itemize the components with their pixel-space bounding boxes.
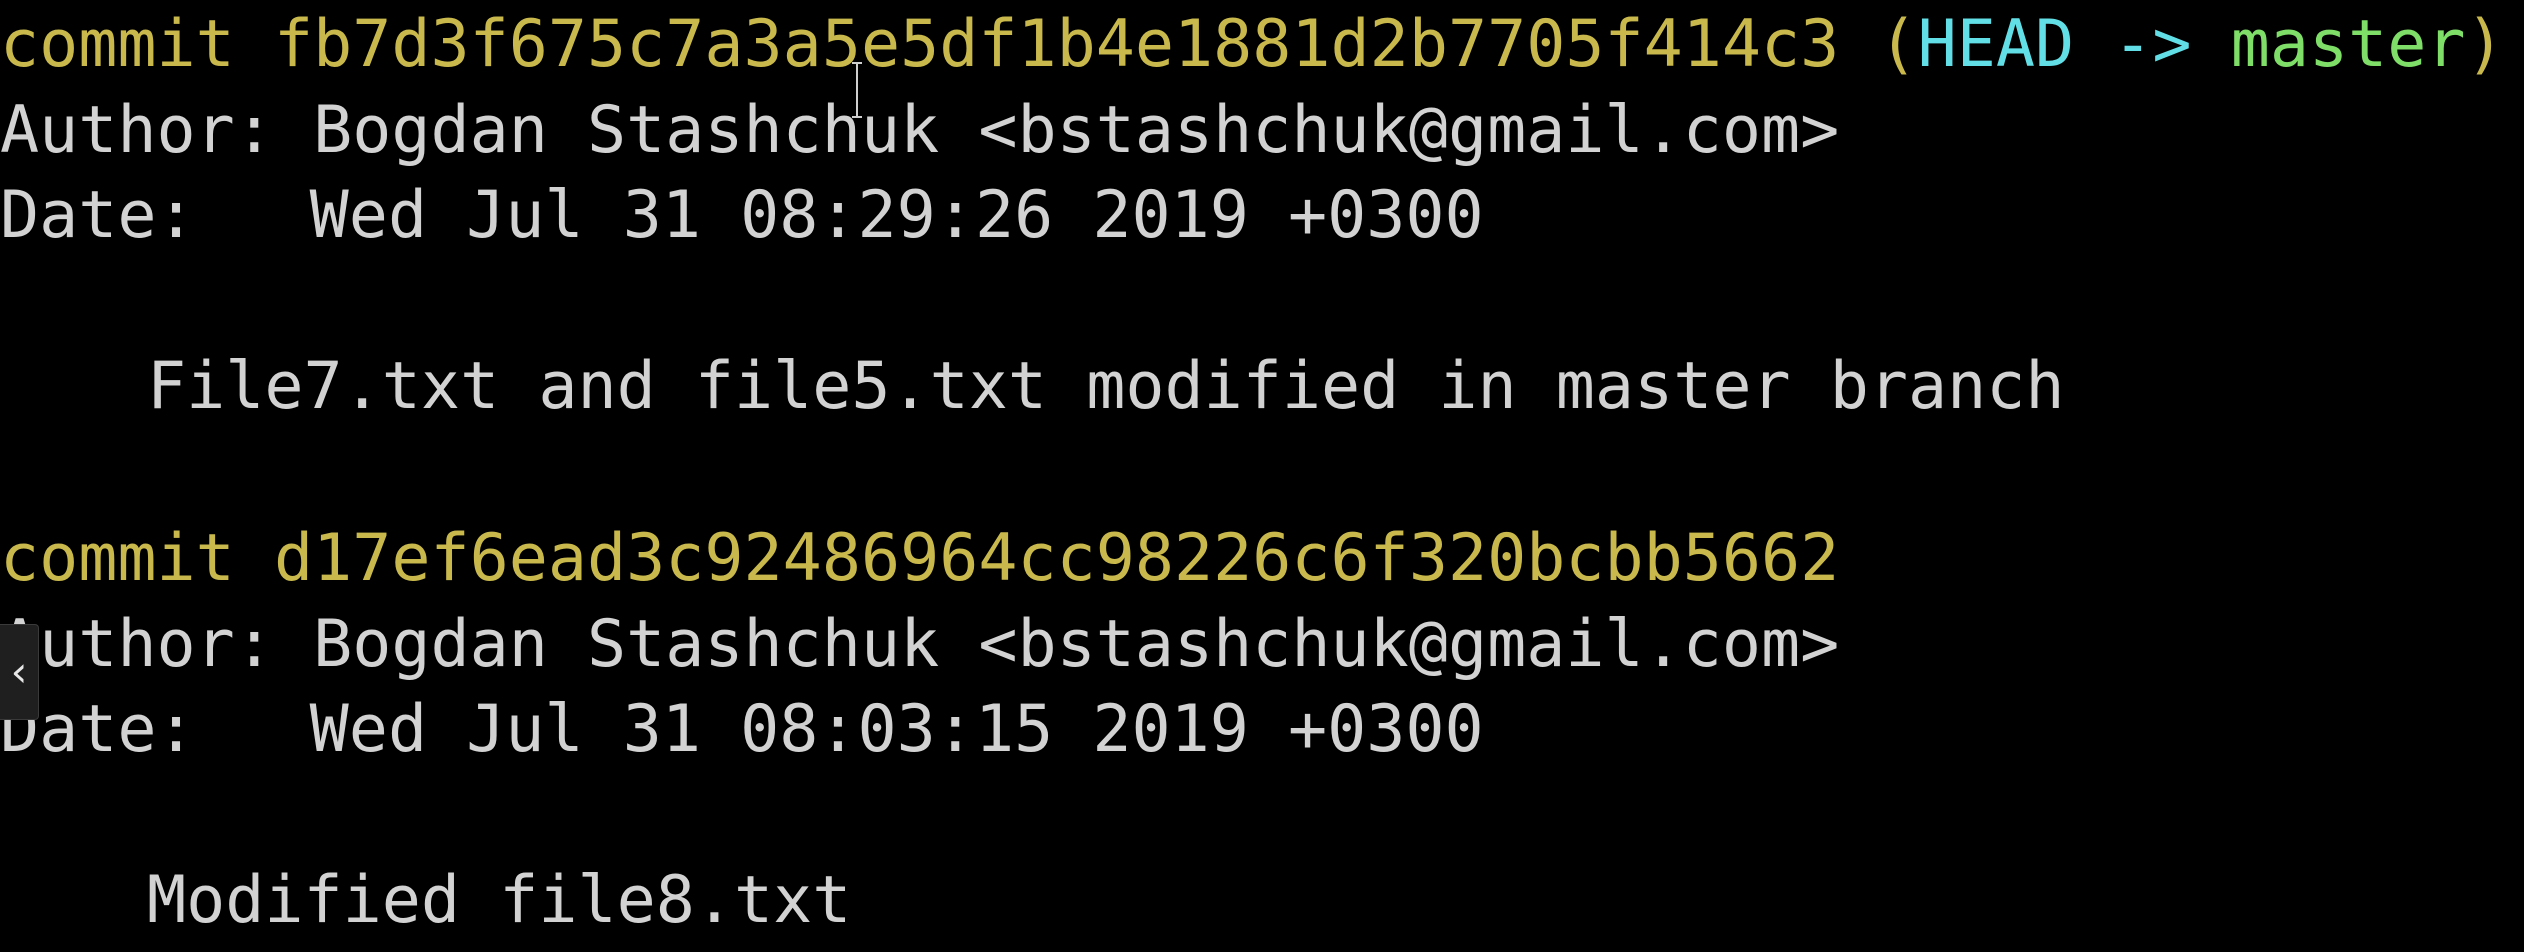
date-line: Date: Wed Jul 31 08:03:15 2019 +0300 — [0, 697, 1484, 762]
author-label: Author: — [0, 93, 274, 168]
chevron-left-icon[interactable]: ‹ — [0, 624, 39, 720]
commit-message: File7.txt and file5.txt modified in mast… — [147, 349, 2065, 424]
author-label: Author: — [0, 607, 274, 682]
author-line: Author: Bogdan Stashchuk <bstashchuk@gma… — [0, 612, 1839, 677]
date-label: Date: — [0, 178, 196, 253]
ref-arrow: -> — [2113, 7, 2192, 82]
ref-open-paren: ( — [1878, 7, 1918, 82]
terminal-window[interactable]: commit fb7d3f675c7a3a5e5df1b4e1881d2b770… — [0, 0, 2524, 952]
date-value: Wed Jul 31 08:03:15 2019 +0300 — [309, 692, 1484, 767]
commit-keyword: commit — [0, 521, 235, 596]
branch-name: master — [2230, 7, 2466, 82]
commit-line: commit fb7d3f675c7a3a5e5df1b4e1881d2b770… — [0, 12, 2505, 77]
head-ref: HEAD — [1917, 7, 2075, 82]
commit-keyword: commit — [0, 7, 235, 82]
i-beam-cursor-icon — [852, 62, 862, 118]
commit-hash: d17ef6ead3c92486964cc98226c6f320bcbb5662 — [273, 521, 1840, 596]
author-line: Author: Bogdan Stashchuk <bstashchuk@gma… — [0, 98, 1839, 163]
date-value: Wed Jul 31 08:29:26 2019 +0300 — [309, 178, 1484, 253]
author-value: Bogdan Stashchuk <bstashchuk@gmail.com> — [313, 93, 1840, 168]
ref-close-paren: ) — [2465, 7, 2505, 82]
date-line: Date: Wed Jul 31 08:29:26 2019 +0300 — [0, 183, 1484, 248]
commit-hash: fb7d3f675c7a3a5e5df1b4e1881d2b7705f414c3 — [273, 7, 1840, 82]
commit-line: commit d17ef6ead3c92486964cc98226c6f320b… — [0, 526, 1839, 591]
author-value: Bogdan Stashchuk <bstashchuk@gmail.com> — [313, 607, 1840, 682]
commit-message: Modified file8.txt — [147, 863, 852, 938]
